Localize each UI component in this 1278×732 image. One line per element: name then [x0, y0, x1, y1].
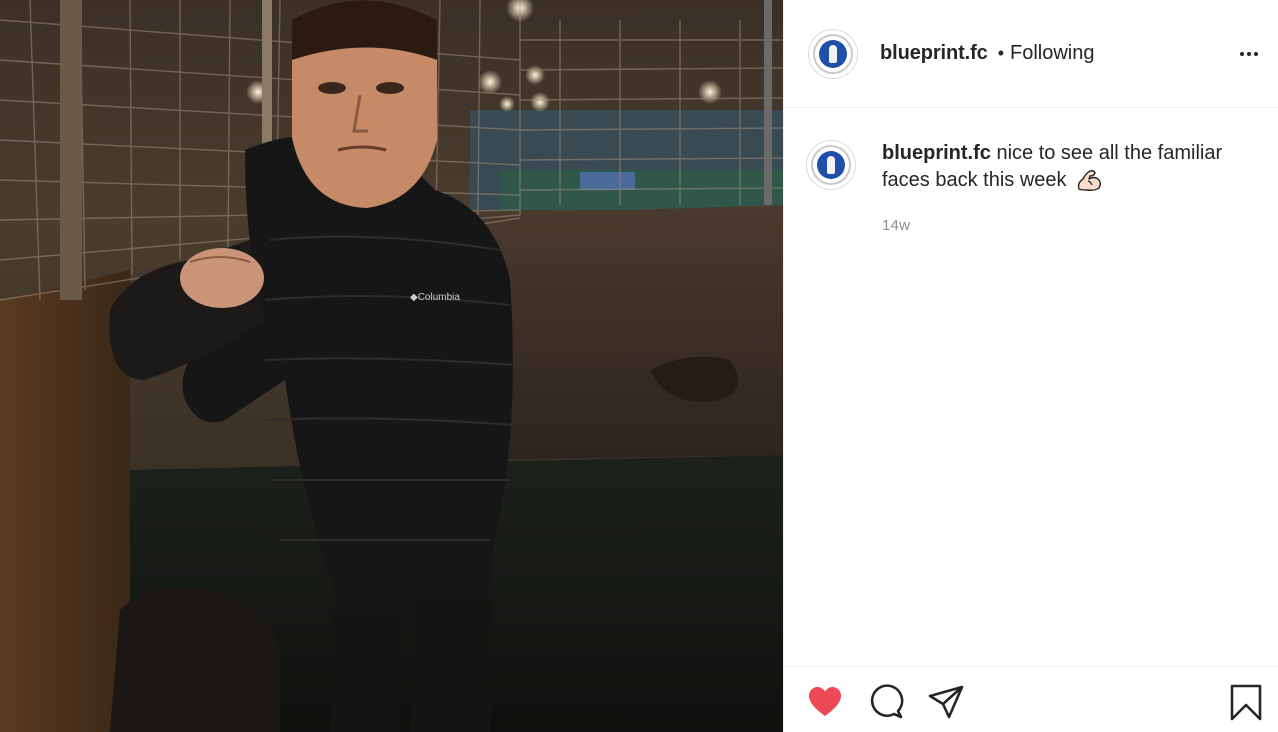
caption-text-block: blueprint.fc nice to see all the familia… [882, 140, 1252, 194]
paper-plane-icon [928, 685, 964, 719]
caption-avatar[interactable] [806, 140, 856, 190]
caption-body: blueprint.fc nice to see all the familia… [882, 140, 1252, 234]
post-header: blueprint.fc • Following [784, 0, 1278, 108]
avatar-badge [811, 145, 851, 185]
avatar-badge [813, 33, 853, 74]
post-actions-bar [784, 666, 1278, 732]
post: ◆Columbia blueprint.fc • Following bluep… [0, 0, 1278, 732]
more-dot [1254, 52, 1258, 56]
flexed-biceps-icon [1077, 169, 1102, 191]
more-dot [1240, 52, 1244, 56]
post-caption: blueprint.fc nice to see all the familia… [784, 108, 1278, 234]
post-side-panel: blueprint.fc • Following blueprint.fc ni… [783, 0, 1278, 732]
more-dot [1247, 52, 1251, 56]
more-options-icon[interactable] [1237, 42, 1261, 66]
bookmark-icon [1230, 684, 1262, 721]
caption-username[interactable]: blueprint.fc [882, 142, 991, 164]
like-button[interactable] [806, 683, 844, 721]
comment-button[interactable] [867, 683, 905, 721]
heart-icon [809, 687, 841, 716]
avatar-crest [819, 39, 847, 68]
avatar-crest [817, 151, 845, 179]
following-button[interactable]: Following [1010, 42, 1094, 65]
separator-dot: • [997, 43, 1004, 63]
photo-scene: ◆Columbia [0, 0, 783, 732]
post-photo[interactable]: ◆Columbia [0, 0, 783, 732]
post-timestamp[interactable]: 14w [882, 217, 1252, 234]
share-button[interactable] [927, 683, 965, 721]
comment-icon [870, 684, 904, 719]
author-username[interactable]: blueprint.fc [880, 42, 988, 65]
svg-text:◆Columbia: ◆Columbia [410, 292, 460, 303]
author-avatar[interactable] [808, 28, 858, 79]
save-button[interactable] [1227, 683, 1265, 721]
